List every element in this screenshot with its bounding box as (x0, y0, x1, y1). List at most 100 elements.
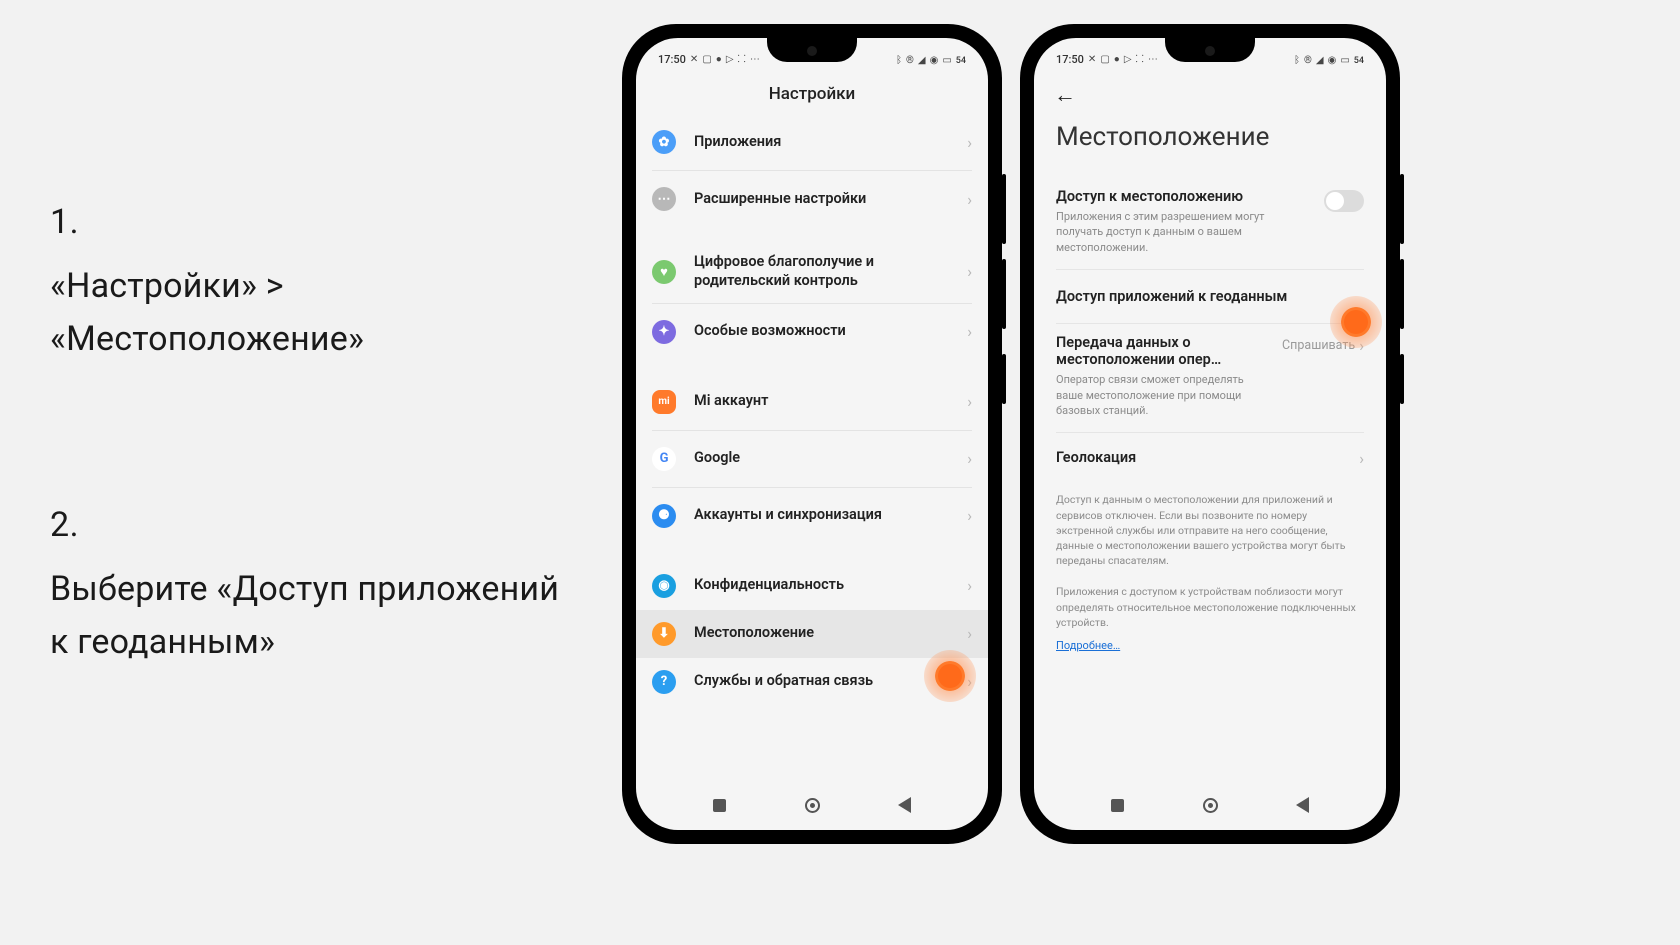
carrier-value-text: Спрашивать (1282, 338, 1355, 353)
more-icon: ⋯ (750, 55, 760, 65)
step-2-text: Выберите «Доступ приложений к геоданным» (50, 563, 570, 668)
apps-icon: ⸬ (738, 55, 746, 65)
row-mi-account[interactable]: mi Mi аккаунт › (652, 378, 972, 426)
more-icon: ⋯ (1148, 55, 1158, 65)
location-access-toggle[interactable] (1324, 190, 1364, 212)
google-logo-icon: G (652, 447, 676, 471)
row-accounts-sync[interactable]: ⚈ Аккаунты и синхронизация › (652, 492, 972, 540)
play-icon: ▷ (1124, 55, 1132, 65)
row-privacy[interactable]: ◉ Конфиденциальность › (652, 562, 972, 610)
dot-icon: ● (1114, 55, 1120, 65)
settings-header-title: Настройки (636, 68, 988, 118)
row-wellbeing-label: Цифровое благополучие и родительский кон… (694, 253, 967, 291)
play-icon: ▷ (726, 55, 734, 65)
chevron-right-icon: › (967, 624, 972, 643)
chevron-right-icon: › (967, 262, 972, 281)
chevron-right-icon: › (967, 322, 972, 341)
step-2-number: 2. (50, 505, 570, 545)
android-nav-bar (1034, 780, 1386, 830)
row-google[interactable]: G Google › (652, 435, 972, 483)
chevron-right-icon: › (1359, 449, 1364, 468)
step-1-number: 1. (50, 202, 570, 242)
battery-icon: ▭ (1340, 56, 1349, 66)
step-1-text: «Настройки» > «Местоположение» (50, 260, 570, 365)
recents-button[interactable] (1109, 796, 1127, 814)
block-carrier-location[interactable]: Передача данных о местоположении опер… О… (1056, 323, 1364, 432)
signal-icon: ◢ (918, 56, 926, 66)
row-advanced[interactable]: ⋯ Расширенные настройки › (652, 175, 972, 223)
row-advanced-label: Расширенные настройки (694, 190, 967, 209)
chevron-right-icon: › (967, 190, 972, 209)
family-icon: ♥ (652, 260, 676, 284)
phone-notch (1165, 38, 1255, 62)
wifi-icon: ◉ (930, 56, 939, 66)
home-button[interactable] (1201, 796, 1219, 814)
gear-icon: ✿ (652, 130, 676, 154)
mi-logo-icon: mi (652, 390, 676, 414)
carrier-value: Спрашивать › (1282, 334, 1364, 355)
row-apps-label: Приложения (694, 133, 967, 152)
info-paragraph-1: Доступ к данным о местоположении для при… (1056, 484, 1364, 576)
row-google-label: Google (694, 449, 967, 468)
roaming-icon: ® (1304, 56, 1312, 66)
roaming-icon: ® (906, 56, 914, 66)
row-wellbeing[interactable]: ♥ Цифровое благополучие и родительский к… (652, 245, 972, 299)
step-2: 2. Выберите «Доступ приложений к геоданн… (50, 505, 570, 668)
block-app-access[interactable]: Доступ приложений к геоданным (1056, 269, 1364, 323)
phone-2-screen: 17:50 ✕ ▢ ● ▷ ⸬ ⋯ ᛒ ® ◢ ◉ ▭ 54 ← Местопо… (1034, 38, 1386, 830)
phone-notch (767, 38, 857, 62)
chevron-right-icon: › (967, 506, 972, 525)
phone-1-screen: 17:50 ✕ ▢ ● ▷ ⸬ ⋯ ᛒ ® ◢ ◉ ▭ 54 Настройки… (636, 38, 988, 830)
back-button[interactable] (1294, 796, 1312, 814)
location-access-title: Доступ к местоположению (1056, 188, 1314, 205)
back-button[interactable] (896, 796, 914, 814)
block-geolocation[interactable]: Геолокация › (1056, 432, 1364, 484)
app-location-access-label: Доступ приложений к геоданным (1056, 288, 1287, 305)
row-location-label: Местоположение (694, 624, 967, 643)
location-pin-icon: ⬇ (652, 622, 676, 646)
back-arrow-button[interactable]: ← (1034, 68, 1386, 112)
instruction-panel: 1. «Настройки» > «Местоположение» 2. Выб… (50, 202, 570, 809)
block-location-access: Доступ к местоположению Приложения с эти… (1056, 178, 1364, 269)
bluetooth-icon: ᛒ (896, 56, 902, 66)
phone-mockup-2: 17:50 ✕ ▢ ● ▷ ⸬ ⋯ ᛒ ® ◢ ◉ ▭ 54 ← Местопо… (1020, 24, 1400, 844)
mute-icon: ✕ (690, 55, 698, 65)
dot-icon: ● (716, 55, 722, 65)
learn-more-link[interactable]: Подробнее… (1056, 639, 1120, 652)
battery-icon: ▭ (942, 56, 951, 66)
location-page-title: Местоположение (1034, 112, 1386, 178)
android-nav-bar (636, 780, 988, 830)
row-feedback-label: Службы и обратная связь (694, 672, 967, 691)
row-feedback[interactable]: ? Службы и обратная связь › (652, 658, 972, 706)
home-button[interactable] (803, 796, 821, 814)
person-icon: ⚈ (652, 504, 676, 528)
row-accounts-label: Аккаунты и синхронизация (694, 506, 967, 525)
info-paragraph-2: Приложения с доступом к устройствам побл… (1056, 576, 1364, 638)
accessibility-icon: ✦ (652, 320, 676, 344)
eye-icon: ◉ (652, 574, 676, 598)
recents-button[interactable] (711, 796, 729, 814)
chevron-right-icon: › (967, 133, 972, 152)
geolocation-label: Геолокация (1056, 449, 1349, 466)
nfc-icon: ▢ (1100, 55, 1109, 65)
battery-value: 54 (1354, 56, 1364, 66)
location-access-sub: Приложения с этим разрешением могут полу… (1056, 209, 1314, 255)
chevron-right-icon: › (967, 449, 972, 468)
row-privacy-label: Конфиденциальность (694, 576, 967, 595)
bluetooth-icon: ᛒ (1294, 56, 1300, 66)
chevron-right-icon: › (967, 392, 972, 411)
settings-list[interactable]: ✿ Приложения › ⋯ Расширенные настройки ›… (636, 118, 988, 706)
signal-icon: ◢ (1316, 56, 1324, 66)
row-accessibility[interactable]: ✦ Особые возможности › (652, 308, 972, 356)
row-accessibility-label: Особые возможности (694, 322, 967, 341)
chevron-right-icon: › (967, 672, 972, 691)
row-apps[interactable]: ✿ Приложения › (652, 118, 972, 166)
phone-mockup-1: 17:50 ✕ ▢ ● ▷ ⸬ ⋯ ᛒ ® ◢ ◉ ▭ 54 Настройки… (622, 24, 1002, 844)
row-mi-label: Mi аккаунт (694, 392, 967, 411)
chevron-right-icon: › (1359, 336, 1364, 355)
status-time: 17:50 (658, 53, 686, 66)
row-location[interactable]: ⬇ Местоположение › (636, 610, 988, 658)
step-1: 1. «Настройки» > «Местоположение» (50, 202, 570, 365)
battery-value: 54 (956, 56, 966, 66)
dots-icon: ⋯ (652, 187, 676, 211)
